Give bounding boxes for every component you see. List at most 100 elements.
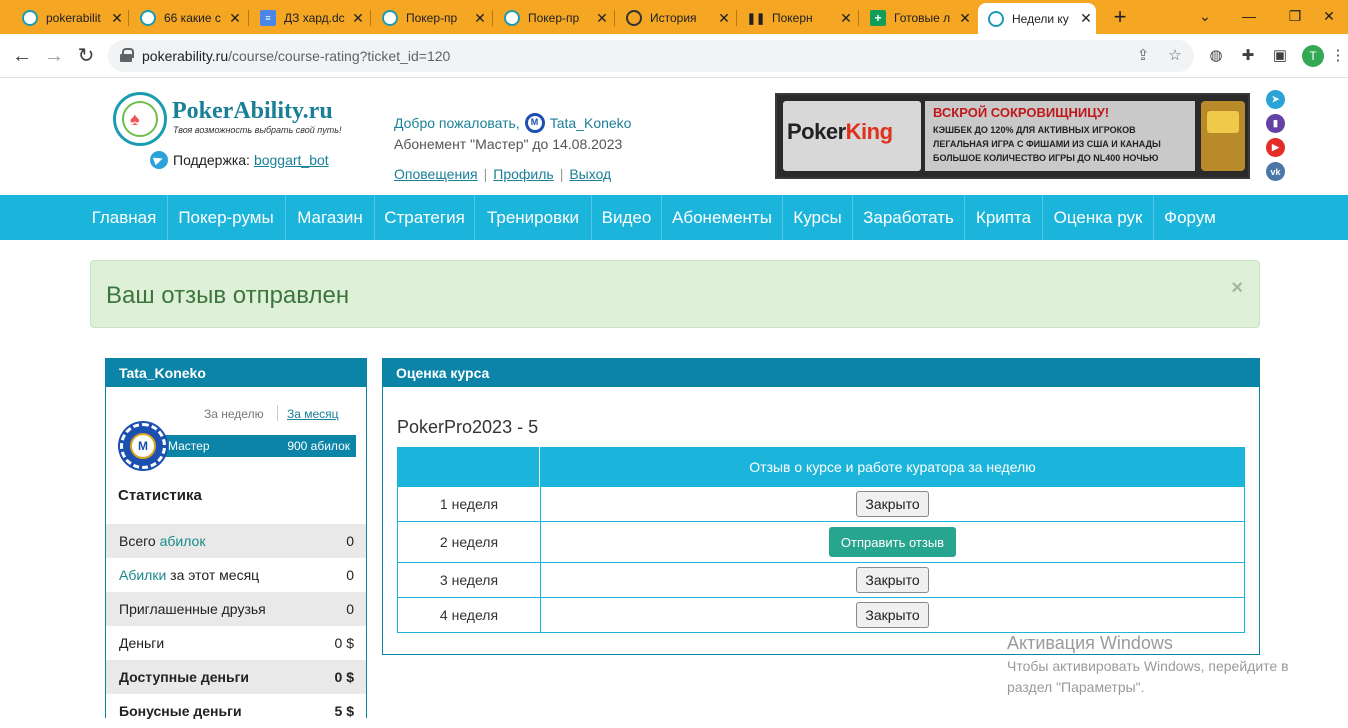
close-tab-icon[interactable]: ✕ xyxy=(955,10,975,27)
period-month-tab[interactable]: За месяц xyxy=(287,407,339,421)
browser-tab-strip: pokerabilit ✕ 66 какие с ✕ ≡ ДЗ хард.dc … xyxy=(0,0,1348,34)
stats-heading: Статистика xyxy=(118,487,202,504)
stat-value: 0 xyxy=(346,567,354,583)
course-rating-panel: Оценка курса PokerPro2023 - 5 Отзыв о ку… xyxy=(382,358,1260,655)
logout-link[interactable]: Выход xyxy=(569,166,611,182)
pause-icon: ❚❚ xyxy=(746,12,766,25)
browser-tab-active[interactable]: Недели ку ✕ xyxy=(978,3,1096,34)
reload-icon[interactable]: ↻ xyxy=(74,44,98,68)
globe-extension-icon[interactable]: ◍ xyxy=(1206,46,1226,66)
close-tab-icon[interactable]: ✕ xyxy=(836,10,856,27)
period-divider xyxy=(277,405,278,421)
address-bar[interactable]: pokerability.ru/course/course-rating?tic… xyxy=(108,40,1194,72)
nav-video[interactable]: Видео xyxy=(592,195,661,240)
url-host: pokerability.ru xyxy=(142,48,229,64)
side-panel-icon[interactable]: ▣ xyxy=(1270,46,1290,66)
support-line: Поддержка: boggart_bot xyxy=(150,151,329,169)
nav-strategy[interactable]: Стратегия xyxy=(375,195,474,240)
tab-search-icon[interactable]: ⌄ xyxy=(1182,4,1228,28)
nav-subscriptions[interactable]: Абонементы xyxy=(662,195,782,240)
notifications-link[interactable]: Оповещения xyxy=(394,166,478,182)
closed-button[interactable]: Закрыто xyxy=(856,491,929,517)
period-week-tab[interactable]: За неделю xyxy=(204,407,264,421)
stat-label-link[interactable]: Абилки xyxy=(119,567,166,583)
close-tab-icon[interactable]: ✕ xyxy=(348,10,368,27)
profile-avatar[interactable]: T xyxy=(1302,45,1324,67)
close-tab-icon[interactable]: ✕ xyxy=(225,10,245,27)
tab-title: Покер-пр xyxy=(528,11,580,25)
logo-ring xyxy=(122,101,158,137)
spade-icon: ♠ xyxy=(130,109,140,129)
nav-hand-review[interactable]: Оценка рук xyxy=(1043,195,1153,240)
nav-crypto[interactable]: Крипта xyxy=(965,195,1042,240)
nav-forum[interactable]: Форум xyxy=(1154,195,1226,240)
course-title: PokerPro2023 - 5 xyxy=(397,417,539,437)
level-bar: Мастер 900 абилок xyxy=(148,435,356,457)
close-tab-icon[interactable]: ✕ xyxy=(714,10,734,27)
back-arrow-icon[interactable]: ← xyxy=(10,44,34,68)
site-brand[interactable]: PokerAbility.ru xyxy=(172,98,333,125)
lock-icon[interactable] xyxy=(120,48,134,62)
vk-social-icon[interactable]: vk xyxy=(1266,162,1285,181)
welcome-text: Добро пожаловать, xyxy=(394,115,520,131)
action-cell: Отправить отзыв xyxy=(541,522,1244,562)
welcome-username[interactable]: Tata_Koneko xyxy=(550,115,632,131)
tab-title: Готовые л xyxy=(894,11,951,25)
poker-icon xyxy=(988,10,1004,27)
logo-icon[interactable]: ♠ xyxy=(113,92,167,146)
tab-divider xyxy=(614,10,615,26)
telegram-social-icon[interactable]: ➤ xyxy=(1266,90,1285,109)
closed-button[interactable]: Закрыто xyxy=(856,602,929,628)
extensions-puzzle-icon[interactable]: ✚ xyxy=(1238,46,1258,66)
browser-tab[interactable]: Покер-пр ✕ xyxy=(494,6,612,30)
browser-tab[interactable]: 66 какие с ✕ xyxy=(130,6,245,30)
forward-arrow-icon[interactable]: → xyxy=(42,44,66,68)
tab-divider xyxy=(128,10,129,26)
week-label: 4 неделя xyxy=(398,598,541,632)
url-text[interactable]: pokerability.ru/course/course-rating?tic… xyxy=(142,48,450,64)
browser-tab[interactable]: pokerabilit ✕ xyxy=(12,6,127,30)
close-tab-icon[interactable]: ✕ xyxy=(1076,10,1096,27)
profile-link[interactable]: Профиль xyxy=(493,166,553,182)
nav-trainings[interactable]: Тренировки xyxy=(475,195,591,240)
sidebar-username[interactable]: Tata_Koneko xyxy=(106,359,366,387)
youtube-social-icon[interactable]: ▶ xyxy=(1266,138,1285,157)
browser-tab[interactable]: История ✕ xyxy=(616,6,734,30)
browser-tab[interactable]: + Готовые л ✕ xyxy=(860,6,975,30)
link-separator: | xyxy=(483,166,488,182)
pokerking-banner[interactable]: PokerKing ВСКРОЙ СОКРОВИЩНИЦУ! КЭШБЕК ДО… xyxy=(775,93,1250,179)
share-icon[interactable]: ⇪ xyxy=(1134,47,1152,65)
close-tab-icon[interactable]: ✕ xyxy=(107,10,127,27)
browser-tab[interactable]: Покер-пр ✕ xyxy=(372,6,490,30)
stat-value: 0 xyxy=(346,601,354,617)
browser-tab[interactable]: ≡ ДЗ хард.dc ✕ xyxy=(250,6,368,30)
stat-label-link[interactable]: абилок xyxy=(160,533,206,549)
close-icon[interactable]: × xyxy=(1231,277,1243,300)
table-row: 2 неделя Отправить отзыв xyxy=(397,522,1245,563)
nav-earn[interactable]: Заработать xyxy=(853,195,964,240)
bookmark-star-icon[interactable]: ☆ xyxy=(1166,47,1184,65)
new-tab-button[interactable]: + xyxy=(1108,6,1132,30)
close-tab-icon[interactable]: ✕ xyxy=(470,10,490,27)
stat-row: Абилки за этот месяц 0 xyxy=(106,558,366,592)
close-window-icon[interactable]: ✕ xyxy=(1306,4,1348,28)
kebab-menu-icon[interactable]: ⋮ xyxy=(1328,46,1348,66)
tab-title: История xyxy=(650,11,697,25)
minimize-icon[interactable]: — xyxy=(1226,4,1272,28)
nav-poker-rooms[interactable]: Покер-румы xyxy=(168,195,284,240)
send-review-button[interactable]: Отправить отзыв xyxy=(828,527,957,557)
action-cell: Закрыто xyxy=(541,563,1244,597)
nav-home[interactable]: Главная xyxy=(82,195,166,240)
support-bot-link[interactable]: boggart_bot xyxy=(254,152,329,168)
table-header: Отзыв о курсе и работе куратора за недел… xyxy=(397,447,1245,487)
closed-button[interactable]: Закрыто xyxy=(856,567,929,593)
action-cell: Закрыто xyxy=(541,598,1244,632)
url-path: /course/course-rating?ticket_id=120 xyxy=(228,48,451,64)
twitch-social-icon[interactable]: ▮ xyxy=(1266,114,1285,133)
nav-courses[interactable]: Курсы xyxy=(783,195,852,240)
week-label: 2 неделя xyxy=(398,522,541,562)
stat-label-text: Всего xyxy=(119,533,160,549)
nav-shop[interactable]: Магазин xyxy=(286,195,374,240)
browser-tab[interactable]: ❚❚ Покерн ✕ xyxy=(738,6,856,30)
close-tab-icon[interactable]: ✕ xyxy=(592,10,612,27)
